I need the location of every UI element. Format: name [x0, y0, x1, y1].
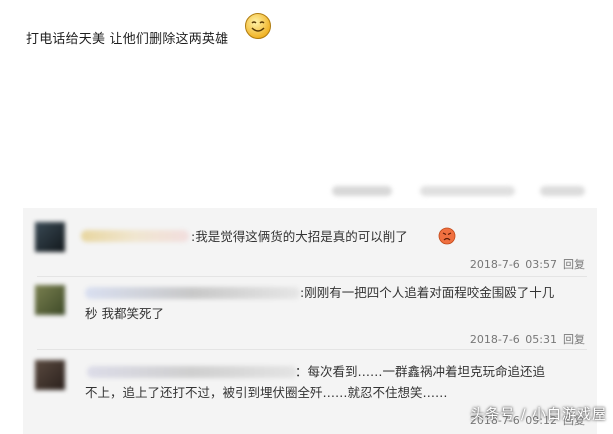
comment-meta: 2018-7-6 05:31 回复 [470, 331, 585, 347]
comment-text: :我是觉得这俩货的大招是真的可以削了 [191, 229, 408, 244]
comment-meta: 2018-7-6 03:57 回复 [470, 256, 585, 272]
comment-text-line2: 不上，追上了还打不过，被引到埋伏圈全歼……就忍不住想笑…… [85, 385, 448, 400]
reply-button[interactable]: 回复 [563, 258, 585, 271]
smiley-emoji-icon [245, 13, 271, 39]
comment-item: :刚刚有一把四个人追着对面程咬金围殴了十几 秒 我都笑死了 2018-7-6 0… [23, 277, 597, 349]
comment-list: :我是觉得这俩货的大招是真的可以削了 2018-7-6 03:57 回复 :刚刚有… [23, 208, 597, 434]
avatar[interactable] [35, 360, 65, 390]
blurred-username[interactable] [85, 287, 300, 299]
reply-button[interactable]: 回复 [563, 333, 585, 346]
post-text: 打电话给天美 让他们删除这两英雄 [26, 32, 229, 47]
blurred-post-meta [332, 186, 392, 196]
angry-emoji-icon [438, 227, 456, 245]
blurred-username[interactable] [81, 230, 189, 242]
blurred-post-meta-2 [420, 186, 515, 196]
blurred-post-meta-3 [540, 186, 585, 196]
comment-date: 2018-7-6 03:57 [469, 258, 557, 271]
blurred-username[interactable] [87, 366, 297, 378]
comment-text-line1: ：每次看到……一群鑫祸冲着坦克玩命追还追 [295, 364, 546, 379]
watermark: 头条号 / 小白游戏屋 [470, 407, 607, 423]
comment-text-line1: :刚刚有一把四个人追着对面程咬金围殴了十几 [300, 285, 555, 300]
comment-date: 2018-7-6 05:31 [469, 333, 557, 346]
avatar[interactable] [35, 285, 65, 315]
comment-item: :我是觉得这俩货的大招是真的可以削了 2018-7-6 03:57 回复 [23, 208, 597, 276]
avatar[interactable] [35, 222, 65, 252]
comment-text-line2: 秒 我都笑死了 [85, 306, 164, 321]
